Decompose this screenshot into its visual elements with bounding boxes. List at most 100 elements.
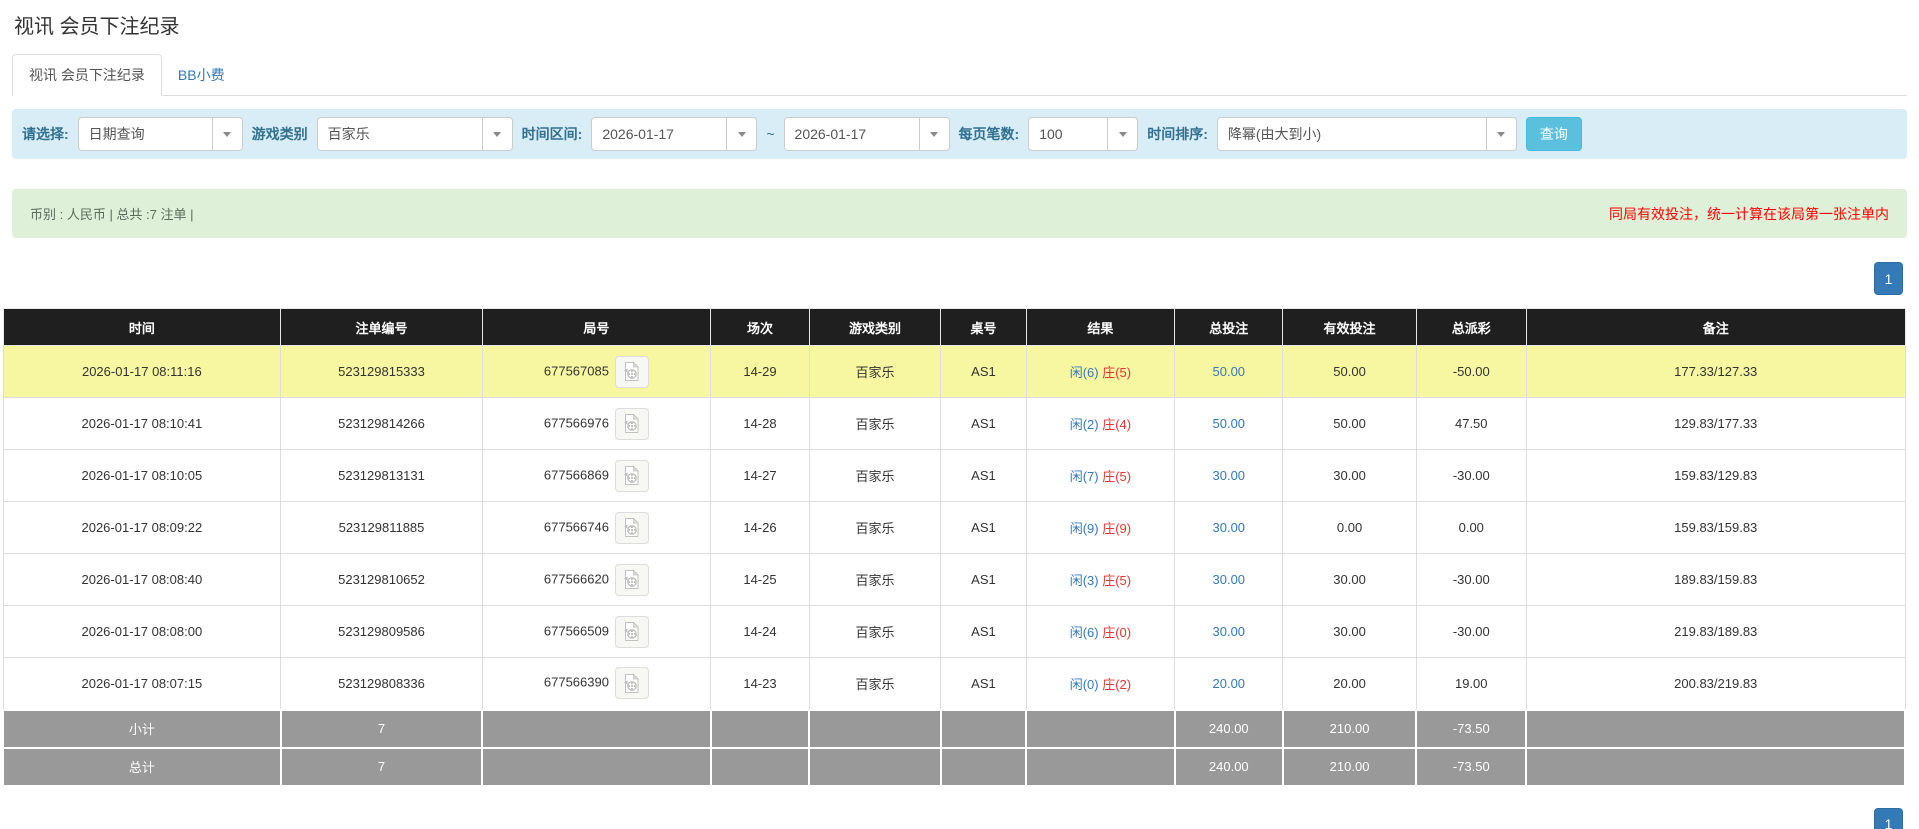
cell-result: 闲(3) 庄(5) [1025,553,1176,606]
total-bet-link[interactable]: 30.00 [1213,624,1246,639]
cell-round-id: 677566390 [481,657,712,710]
total-valid-bet: 210.00 [1281,746,1418,787]
currency-total-text: 币别 : 人民币 | 总共 :7 注单 | [30,207,194,222]
per-page-select[interactable]: 100 [1028,117,1139,151]
cell-total-bet: 30.00 [1174,501,1284,554]
result-banker: 庄(4) [1102,417,1132,432]
date-to-select[interactable]: 2026-01-17 [783,117,950,151]
cell-game-type: 百家乐 [808,345,942,398]
time-sort-select[interactable]: 降幂(由大到小) [1216,117,1517,151]
tab-bb-tip[interactable]: BB小费 [162,55,241,95]
cell-game-type: 百家乐 [808,449,942,502]
cell-table-no: AS1 [940,657,1027,710]
cell-game-type: 百家乐 [808,501,942,554]
caret-down-icon[interactable] [211,118,242,150]
subtotal-valid-bet: 210.00 [1281,708,1418,749]
game-type-select[interactable]: 百家乐 [316,117,513,151]
pagination-page-1[interactable]: 1 [1874,262,1903,295]
video-record-icon[interactable] [614,667,649,700]
per-page-label: 每页笔数: [958,126,1020,142]
subtotal-label: 小计 [2,708,282,749]
game-type-label: 游戏类别 [251,126,308,142]
cell-session: 14-29 [710,345,810,398]
table-row: 2026-01-17 08:09:22 523129811885 6775667… [2,501,1906,554]
result-player: 闲(7) [1069,469,1099,484]
cell-note: 159.83/129.83 [1525,449,1906,502]
cell-total-bet: 30.00 [1174,553,1284,606]
video-record-icon[interactable] [614,615,649,648]
video-record-icon[interactable] [614,407,649,440]
cell-valid-bet: 30.00 [1282,553,1417,606]
cell-result: 闲(6) 庄(0) [1025,605,1176,658]
cell-result: 闲(7) 庄(5) [1025,449,1176,502]
cell-valid-bet: 0.00 [1282,501,1417,554]
cell-result: 闲(6) 庄(5) [1025,345,1176,398]
total-payout: -73.50 [1415,746,1528,787]
round-id-value: 677566620 [543,570,609,586]
cell-session: 14-25 [710,553,810,606]
date-from-select[interactable]: 2026-01-17 [591,117,758,151]
pagination-page-1[interactable]: 1 [1874,807,1903,829]
video-record-icon[interactable] [614,563,649,596]
cell-result: 闲(2) 庄(4) [1025,397,1176,450]
caret-down-icon[interactable] [1485,118,1516,150]
cell-table-no: AS1 [940,345,1027,398]
tab-betting-records[interactable]: 视讯 会员下注纪录 [12,54,162,96]
filter-bar: 请选择: 日期查询 游戏类别 百家乐 时间区间: 2026-01-17 ~ 20… [12,109,1907,159]
cell-payout: 0.00 [1415,501,1527,554]
video-record-icon[interactable] [614,459,649,492]
round-id-value: 677566976 [543,414,609,430]
total-bet-link[interactable]: 30.00 [1213,520,1246,535]
time-range-label: 时间区间: [521,126,583,142]
video-record-icon[interactable] [614,355,649,388]
cell-total-bet: 20.00 [1174,657,1284,710]
cell-time: 2026-01-17 08:08:40 [2,553,282,606]
cell-note: 129.83/177.33 [1525,397,1906,450]
result-player: 闲(0) [1069,676,1099,692]
cell-round-id: 677566976 [481,397,712,450]
result-player: 闲(6) [1069,365,1099,380]
valid-bet-notice-text: 同局有效投注，统一计算在该局第一张注单内 [1609,205,1889,222]
caret-down-icon[interactable] [726,118,757,150]
cell-session: 14-23 [710,657,810,710]
caret-down-icon[interactable] [918,118,949,150]
cell-bet-id: 523129809586 [280,605,483,658]
video-record-icon[interactable] [614,511,649,544]
subtotal-count: 7 [279,708,484,749]
cell-time: 2026-01-17 08:11:16 [2,345,282,398]
subtotal-total-bet: 240.00 [1173,708,1284,749]
total-bet-link[interactable]: 20.00 [1213,676,1246,691]
total-bet-link[interactable]: 50.00 [1213,364,1246,379]
total-bet-link[interactable]: 30.00 [1213,572,1246,587]
subtotal-row: 小计 7 240.00 210.00 -73.50 [2,708,1906,749]
result-banker: 庄(0) [1102,625,1132,640]
query-type-select[interactable]: 日期查询 [77,117,243,151]
result-banker: 庄(5) [1102,365,1132,380]
time-sort-label: 时间排序: [1147,126,1208,142]
cell-session: 14-28 [710,397,810,450]
cell-time: 2026-01-17 08:08:00 [2,605,282,658]
caret-down-icon[interactable] [1107,118,1138,150]
total-bet-link[interactable]: 50.00 [1213,416,1246,431]
round-id-value: 677566869 [543,466,609,482]
col-header-table-no: 桌号 [940,308,1027,346]
cell-valid-bet: 50.00 [1282,345,1417,398]
range-tilde: ~ [766,126,775,142]
cell-round-id: 677566746 [481,501,712,554]
table-row: 2026-01-17 08:11:16 523129815333 6775670… [2,345,1906,398]
cell-note: 219.83/189.83 [1525,605,1906,658]
cell-bet-id: 523129813131 [280,449,483,502]
cell-note: 159.83/159.83 [1525,501,1906,554]
time-sort-value: 降幂(由大到小) [1227,126,1322,142]
total-bet-link[interactable]: 30.00 [1213,468,1246,483]
date-to-value: 2026-01-17 [794,126,867,142]
query-type-value: 日期查询 [88,126,145,142]
cell-payout: -50.00 [1415,345,1527,398]
cell-valid-bet: 20.00 [1282,657,1417,710]
cell-bet-id: 523129815333 [280,345,483,398]
query-button[interactable]: 查询 [1525,117,1582,151]
result-player: 闲(6) [1069,625,1099,640]
cell-game-type: 百家乐 [808,657,942,710]
result-player: 闲(9) [1069,521,1099,536]
caret-down-icon[interactable] [481,118,512,150]
